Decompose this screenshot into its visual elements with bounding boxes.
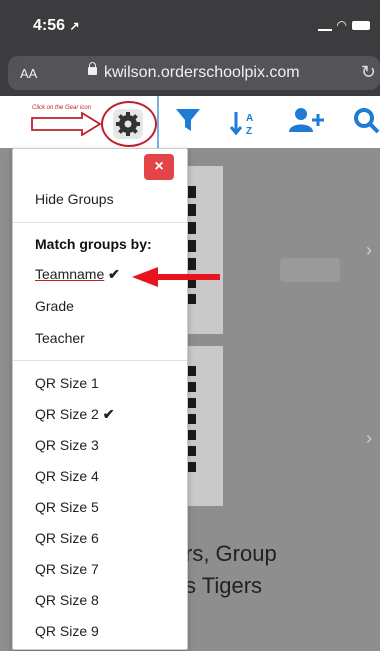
match-option-teamname[interactable]: Teamname ✔ [35,266,120,283]
filter-icon[interactable] [175,106,201,140]
annotation-arrow-right [31,112,102,136]
qr-size-option[interactable]: QR Size 9 [35,623,99,639]
match-option-teacher[interactable]: Teacher [35,330,85,346]
status-icons: ◠ [317,18,370,32]
app-toolbar: Click on the Gear icon AZ [0,96,380,149]
svg-text:Z: Z [246,126,252,136]
match-option-grade[interactable]: Grade [35,298,74,314]
gear-highlight-circle [101,101,157,147]
qr-size-option[interactable]: QR Size 4 [35,468,99,484]
address-field[interactable]: AA kwilson.orderschoolpix.com ↻ [8,56,380,90]
browser-url-bar: AA kwilson.orderschoolpix.com ↻ [0,50,380,96]
qr-size-option[interactable]: QR Size 1 [35,375,99,391]
reader-aa-button[interactable]: AA [20,66,37,81]
lock-icon [88,62,97,75]
close-button[interactable]: × [144,154,174,180]
search-icon[interactable] [352,106,380,140]
match-groups-heading: Match groups by: [35,236,152,252]
menu-divider [13,222,187,223]
annotation-hint: Click on the Gear icon [32,105,92,111]
qr-size-option[interactable]: QR Size 8 [35,592,99,608]
settings-button[interactable] [113,109,143,139]
menu-divider [13,360,187,361]
check-icon: ✔ [102,406,115,422]
gear-icon [116,112,140,136]
chevron-right-icon[interactable]: › [366,240,372,261]
qr-size-option[interactable]: QR Size 5 [35,499,99,515]
url-text[interactable]: kwilson.orderschoolpix.com [104,64,300,82]
wifi-icon: ◠ [336,18,347,32]
qr-size-option[interactable]: QR Size 6 [35,530,99,546]
status-bar: 4:56 ↗ ◠ [0,0,380,50]
qr-size-option[interactable]: QR Size 3 [35,437,99,453]
check-icon: ✔ [108,266,120,282]
status-time: 4:56 ↗ [33,17,80,34]
hide-groups-option[interactable]: Hide Groups [35,191,114,207]
toolbar-separator [157,96,159,148]
blurred-row [280,258,340,282]
qr-size-option[interactable]: QR Size 2 ✔ [35,406,114,423]
group-title-line1: rs, Group [185,541,277,566]
signal-icon [317,19,332,31]
settings-dropdown-menu: × Hide Groups Match groups by: Teamname … [12,148,188,650]
battery-icon [352,20,370,30]
group-title-line2: s Tigers [185,573,263,598]
chevron-right-icon[interactable]: › [366,428,372,449]
sort-az-icon[interactable]: AZ [229,110,264,146]
annotation-arrow-left [132,267,220,287]
reload-icon[interactable]: ↻ [361,62,376,83]
add-user-icon[interactable] [288,106,324,140]
qr-size-option[interactable]: QR Size 7 [35,561,99,577]
svg-text:A: A [246,113,253,124]
